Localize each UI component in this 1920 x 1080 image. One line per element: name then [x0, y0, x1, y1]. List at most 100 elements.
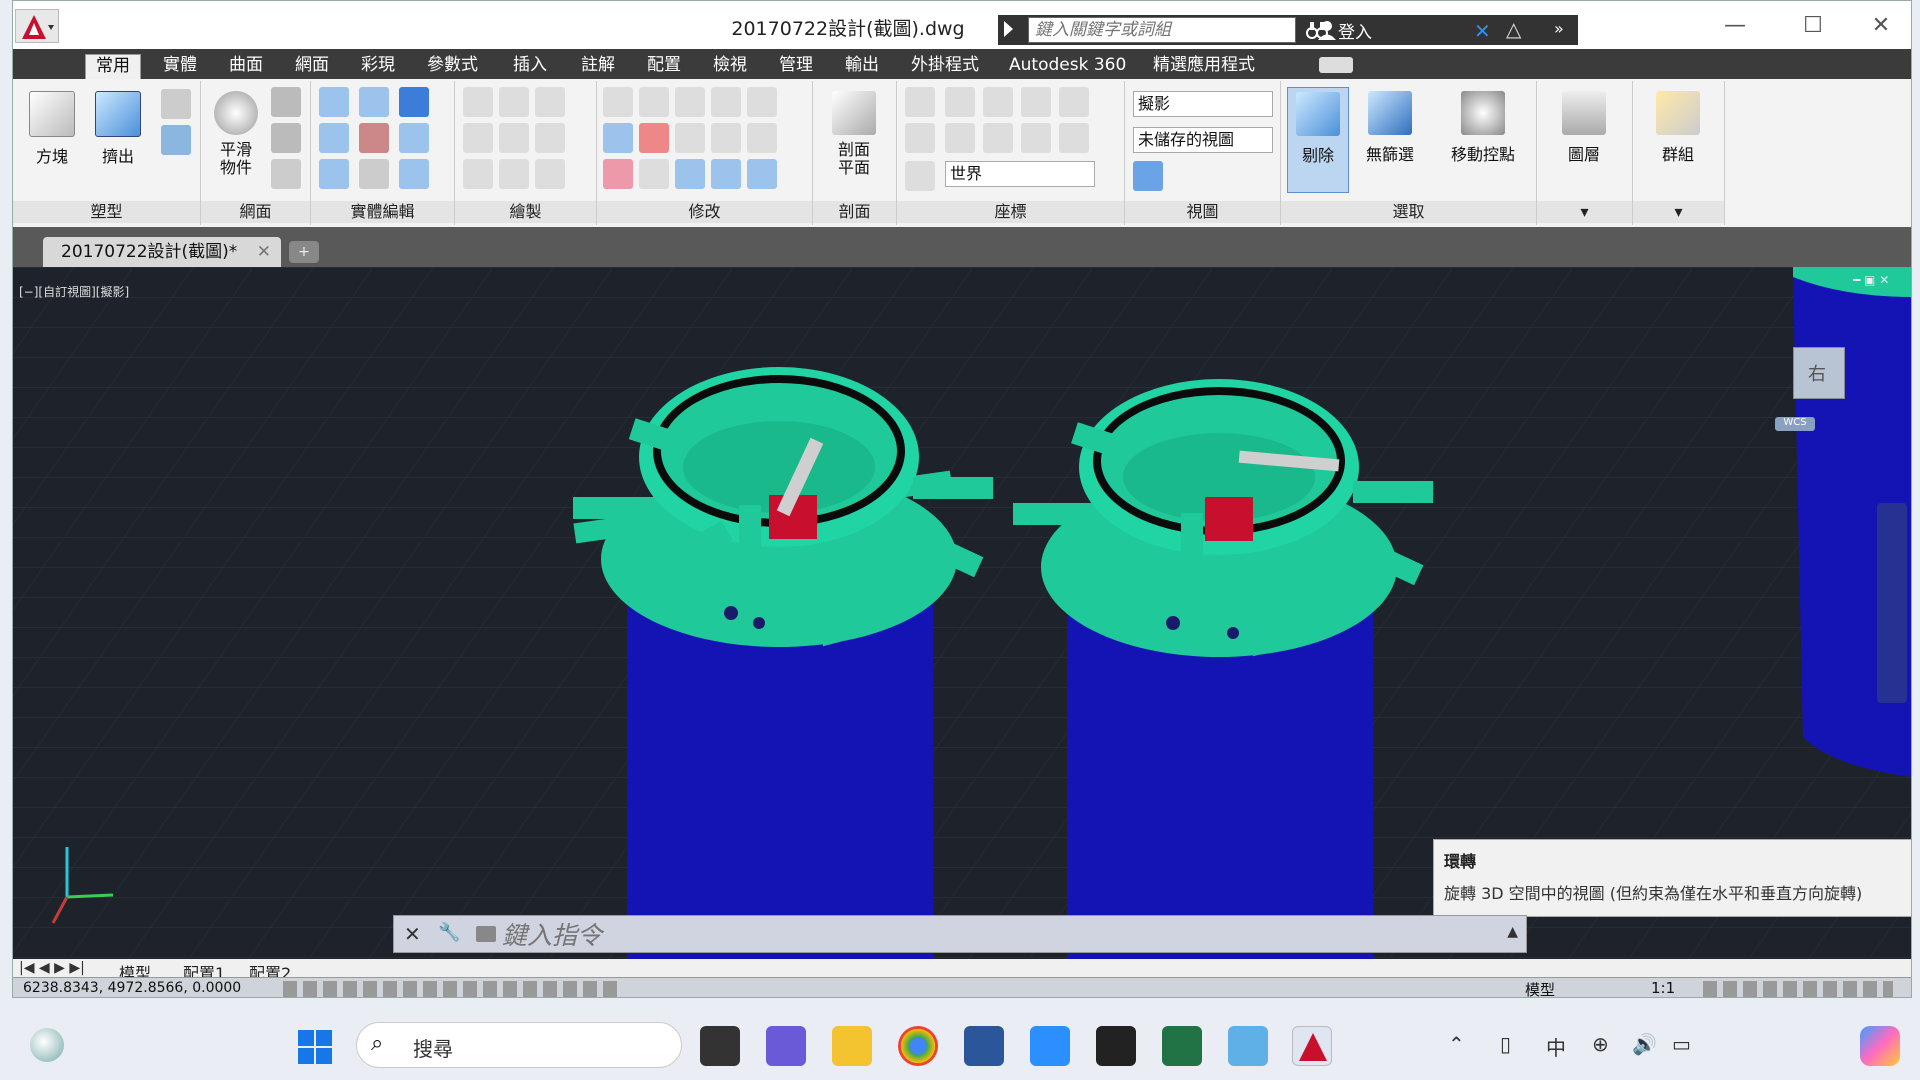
- teams-chat-icon[interactable]: [766, 1026, 806, 1066]
- drawing-viewport[interactable]: [−][自訂視圖][擬影] 右 WCS ━ ▣ ✕ 環轉 旋轉 3D 空間中的視…: [13, 267, 1911, 959]
- close-tab-icon[interactable]: ✕: [257, 237, 271, 267]
- mesh-crease-icon[interactable]: [271, 159, 301, 189]
- separate-icon[interactable]: [399, 159, 429, 189]
- ucs-origin-icon[interactable]: [905, 123, 935, 153]
- red-app-icon[interactable]: [1096, 1026, 1136, 1066]
- visual-style-dropdown[interactable]: 擬影: [1133, 91, 1273, 117]
- array-icon[interactable]: [747, 159, 777, 189]
- command-prompt-icon[interactable]: [476, 926, 496, 942]
- tab-solid[interactable]: 實體: [153, 54, 207, 80]
- tab-home[interactable]: 常用: [85, 54, 141, 81]
- ucs-previous-icon[interactable]: [945, 123, 975, 153]
- signin-link[interactable]: 登入: [1338, 18, 1372, 43]
- tab-featured-apps[interactable]: 精選應用程式: [1143, 54, 1265, 80]
- ucs-named-icon[interactable]: [1059, 87, 1089, 117]
- search-input[interactable]: [1028, 17, 1296, 43]
- copilot-icon[interactable]: [1860, 1026, 1900, 1066]
- battery-icon[interactable]: ▭: [1672, 1032, 1691, 1056]
- slice-icon[interactable]: [359, 123, 389, 153]
- no-filter-button[interactable]: 無篩選: [1359, 87, 1421, 193]
- imprint-icon[interactable]: [399, 123, 429, 153]
- panel-title-view[interactable]: 視圖: [1125, 201, 1280, 223]
- autodesk-a360-icon[interactable]: △: [1506, 17, 1521, 41]
- ellipse-icon[interactable]: [535, 159, 565, 189]
- polygon-icon[interactable]: [463, 159, 493, 189]
- navigation-bar[interactable]: [1877, 503, 1907, 703]
- tab-addins[interactable]: 外掛程式: [901, 54, 989, 80]
- wcs-menu[interactable]: WCS: [1775, 417, 1815, 431]
- network-icon[interactable]: ⊕: [1592, 1032, 1609, 1056]
- ucs-view-icon[interactable]: [1021, 87, 1051, 117]
- panel-title-modify[interactable]: 修改: [597, 201, 812, 223]
- volume-icon[interactable]: 🔊: [1632, 1032, 1657, 1056]
- ucs-zaxis-icon[interactable]: [1059, 123, 1089, 153]
- cull-button[interactable]: 剔除: [1287, 87, 1349, 193]
- command-input[interactable]: [500, 920, 1404, 950]
- layers-button[interactable]: 圖層: [1553, 87, 1615, 193]
- ribbon-minimize-icon[interactable]: [1319, 57, 1353, 73]
- exchange-x-icon[interactable]: ✕: [1474, 19, 1491, 43]
- file-explorer-icon[interactable]: [832, 1026, 872, 1066]
- ime-indicator[interactable]: 中: [1546, 1032, 1566, 1061]
- saved-view-dropdown[interactable]: 未儲存的視圖: [1133, 127, 1273, 153]
- tab-layout[interactable]: 配置: [637, 54, 691, 80]
- section-plane-button[interactable]: 剖面 平面: [823, 87, 885, 193]
- more-arrows-icon[interactable]: »: [1554, 19, 1564, 38]
- maximize-button[interactable]: ☐: [1783, 9, 1843, 43]
- box-button[interactable]: 方塊: [21, 87, 83, 193]
- circle-icon[interactable]: [535, 123, 565, 153]
- status-tray-icons[interactable]: [1703, 981, 1893, 997]
- groups-button[interactable]: 群組: [1647, 87, 1709, 193]
- move-gizmo-button[interactable]: 移動控點: [1441, 87, 1525, 193]
- close-command-line-icon[interactable]: ✕: [404, 922, 421, 946]
- thicken-icon[interactable]: [359, 159, 389, 189]
- groups-expand-arrow[interactable]: ▾: [1633, 201, 1724, 223]
- ucs-y-icon[interactable]: [983, 123, 1013, 153]
- command-history-arrow-icon[interactable]: ▲: [1507, 924, 1518, 940]
- ucs-dropdown[interactable]: 世界: [945, 161, 1095, 187]
- annotation-scale[interactable]: 1:1: [1651, 979, 1675, 997]
- tab-render[interactable]: 彩現: [351, 54, 405, 80]
- expand-arrow-icon[interactable]: [1004, 21, 1013, 37]
- 3d-array-icon[interactable]: [639, 123, 669, 153]
- start-button[interactable]: [298, 1030, 332, 1064]
- chrome-icon[interactable]: [898, 1026, 938, 1066]
- align-icon[interactable]: [603, 123, 633, 153]
- layers-expand-arrow[interactable]: ▾: [1537, 201, 1632, 223]
- excel-icon[interactable]: [1162, 1026, 1202, 1066]
- panel-title-draw[interactable]: 繪製: [455, 201, 596, 223]
- ucs-x-icon[interactable]: [983, 87, 1013, 117]
- ucs-z-icon[interactable]: [1021, 123, 1051, 153]
- spline-icon[interactable]: [463, 123, 493, 153]
- notepad-icon[interactable]: [1030, 1026, 1070, 1066]
- fillet-icon[interactable]: [747, 123, 777, 153]
- show-hidden-icons-icon[interactable]: ⌃: [1448, 1032, 1465, 1056]
- panel-title-modeling[interactable]: 塑型: [13, 201, 200, 223]
- coordinates-readout[interactable]: 6238.8343, 4972.8566, 0.0000: [23, 980, 241, 996]
- mesh-add-icon[interactable]: [271, 87, 301, 117]
- extend-icon[interactable]: [711, 159, 741, 189]
- polyline-icon[interactable]: [463, 87, 493, 117]
- tab-annotate[interactable]: 註解: [571, 54, 625, 80]
- application-menu-button[interactable]: [15, 9, 59, 43]
- viewport-window-controls[interactable]: ━ ▣ ✕: [1853, 273, 1889, 287]
- line-icon[interactable]: [499, 123, 529, 153]
- drafting-toggles[interactable]: [283, 981, 623, 997]
- user-icon[interactable]: [1316, 19, 1338, 41]
- close-button[interactable]: ✕: [1851, 9, 1911, 43]
- task-view-icon[interactable]: [700, 1026, 740, 1066]
- move-icon[interactable]: [675, 87, 705, 117]
- autocad-taskbar-icon[interactable]: [1292, 1026, 1332, 1066]
- trim-icon[interactable]: [747, 87, 777, 117]
- tab-manage[interactable]: 管理: [769, 54, 823, 80]
- arc-icon[interactable]: [535, 87, 565, 117]
- shell-icon[interactable]: [399, 87, 429, 117]
- scale-icon[interactable]: [603, 87, 633, 117]
- ucs-icon[interactable]: [905, 87, 935, 117]
- extrude-button[interactable]: 擠出: [87, 87, 149, 193]
- ucs-object-icon[interactable]: [905, 161, 935, 191]
- panel-title-section[interactable]: 剖面: [813, 201, 896, 223]
- extract-edges-icon[interactable]: [359, 87, 389, 117]
- rotate-icon[interactable]: [675, 123, 705, 153]
- viewport-config-icon[interactable]: [1133, 161, 1163, 191]
